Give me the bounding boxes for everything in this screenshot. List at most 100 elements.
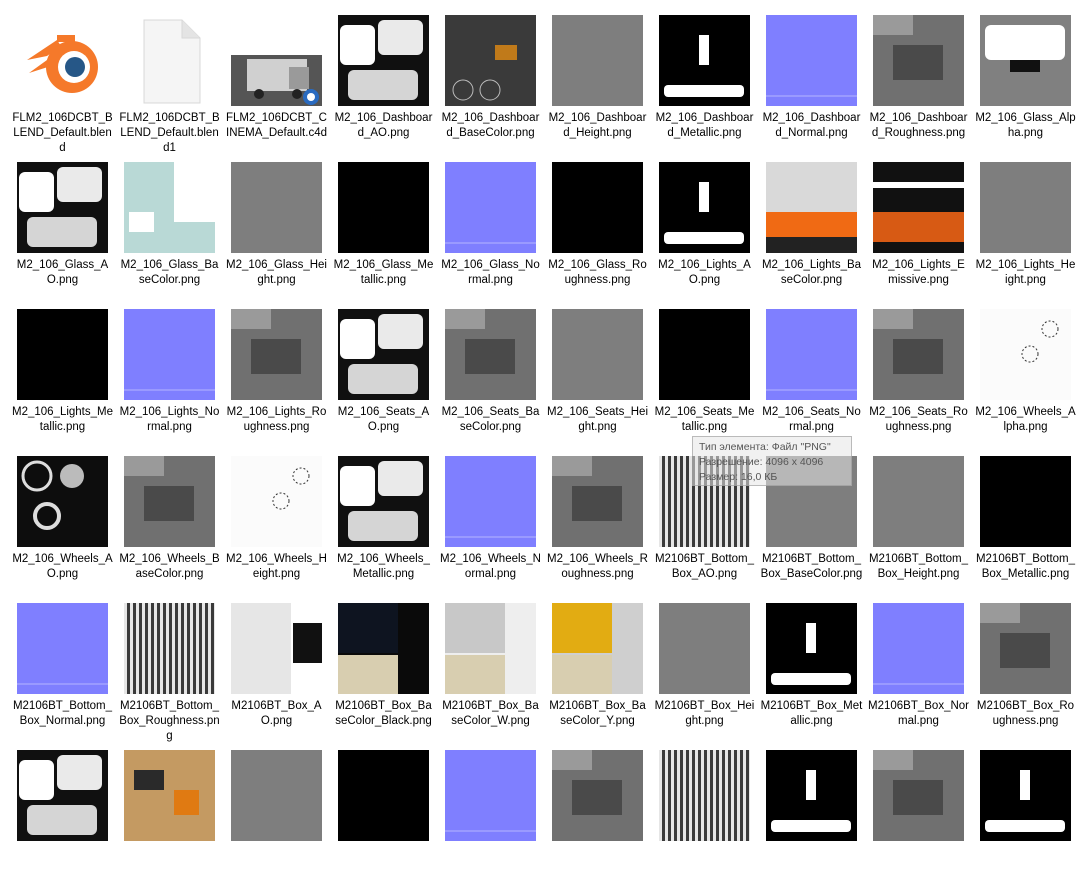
tooltip-size: Размер: 16,0 КБ (699, 471, 778, 483)
file-item[interactable]: M2_106_Lights_Metallic.png (9, 306, 116, 453)
file-item[interactable]: M2106BT_Box_Normal.png (865, 600, 972, 747)
file-item[interactable]: M2_106_Lights_Normal.png (116, 306, 223, 453)
file-item[interactable]: M2_106_Glass_Metallic.png (330, 159, 437, 306)
file-item[interactable]: M2_106_Lights_BaseColor.png (758, 159, 865, 306)
file-item[interactable]: M2_106_Seats_BaseColor.png (437, 306, 544, 453)
file-name: M2_106_Wheels_AO.png (12, 553, 113, 580)
file-thumbnail (338, 15, 429, 106)
file-item[interactable]: FLM2_106DCBT_BLEND_Default.blend (9, 12, 116, 159)
file-name: M2_106_Glass_BaseColor.png (120, 259, 219, 286)
file-item[interactable]: M2_106_Lights_Roughness.png (223, 306, 330, 453)
file-thumbnail (445, 456, 536, 547)
file-name: M2106BT_Box_BaseColor_Black.png (335, 700, 432, 727)
file-item[interactable]: M2_106_Lights_Height.png (972, 159, 1079, 306)
file-item[interactable]: M2_106_Wheels_Height.png (223, 453, 330, 600)
file-item[interactable]: M2106BT_Box_BaseColor_Black.png (330, 600, 437, 747)
file-item[interactable]: M2_106_Glass_AO.png (9, 159, 116, 306)
file-thumbnail (980, 309, 1071, 400)
file-thumbnail (766, 750, 857, 841)
file-name: M2106BT_Bottom_Box_Metallic.png (975, 553, 1076, 580)
file-item[interactable] (330, 747, 437, 879)
file-item[interactable]: M2106BT_Bottom_Box_Height.png (865, 453, 972, 600)
file-item[interactable] (9, 747, 116, 879)
file-item[interactable]: M2_106_Dashboard_Height.png (544, 12, 651, 159)
file-item[interactable]: M2_106_Lights_Emissive.png (865, 159, 972, 306)
file-item[interactable]: M2106BT_Box_Metallic.png (758, 600, 865, 747)
file-thumbnail (445, 603, 536, 694)
file-name: M2106BT_Bottom_Box_Normal.png (12, 700, 113, 727)
file-name: FLM2_106DCBT_BLEND_Default.blend (12, 112, 113, 154)
file-item[interactable]: M2_106_Seats_Normal.png (758, 306, 865, 453)
file-item[interactable]: M2_106_Glass_Normal.png (437, 159, 544, 306)
file-item[interactable]: M2106BT_Bottom_Box_Normal.png (9, 600, 116, 747)
file-thumbnail (445, 162, 536, 253)
file-item[interactable]: M2_106_Lights_AO.png (651, 159, 758, 306)
file-thumbnail (766, 603, 857, 694)
file-item[interactable] (116, 747, 223, 879)
file-thumbnail (766, 162, 857, 253)
file-item[interactable]: M2_106_Wheels_Normal.png (437, 453, 544, 600)
file-item[interactable]: M2_106_Dashboard_Normal.png (758, 12, 865, 159)
file-item[interactable]: M2106BT_Bottom_Box_Metallic.png (972, 453, 1079, 600)
file-thumbnail (124, 603, 215, 694)
file-name: M2_106_Glass_Normal.png (441, 259, 540, 286)
file-name: FLM2_106DCBT_CINEMA_Default.c4d (226, 112, 327, 139)
file-name: M2_106_Glass_AO.png (16, 259, 109, 286)
file-item[interactable]: M2_106_Seats_Metallic.png (651, 306, 758, 453)
file-item[interactable]: M2_106_Glass_Roughness.png (544, 159, 651, 306)
file-item[interactable] (437, 747, 544, 879)
file-thumbnail (980, 750, 1071, 841)
file-item[interactable]: M2_106_Glass_Alpha.png (972, 12, 1079, 159)
file-item[interactable] (865, 747, 972, 879)
file-thumbnail (552, 603, 643, 694)
file-item[interactable]: M2_106_Wheels_AO.png (9, 453, 116, 600)
file-thumbnail (552, 162, 643, 253)
file-thumbnail (659, 162, 750, 253)
file-item[interactable]: M2_106_Dashboard_Metallic.png (651, 12, 758, 159)
file-name: M2106BT_Box_Roughness.png (976, 700, 1075, 727)
file-item[interactable]: M2_106_Wheels_Roughness.png (544, 453, 651, 600)
file-item[interactable]: FLM2_106DCBT_BLEND_Default.blend1 (116, 12, 223, 159)
file-item[interactable]: M2_106_Dashboard_AO.png (330, 12, 437, 159)
file-thumbnail (659, 309, 750, 400)
file-item[interactable]: FLM2_106DCBT_CINEMA_Default.c4d (223, 12, 330, 159)
file-thumbnail (17, 162, 108, 253)
file-name: M2_106_Wheels_Height.png (225, 553, 327, 580)
file-thumbnail (231, 162, 322, 253)
file-item[interactable]: M2_106_Seats_Roughness.png (865, 306, 972, 453)
file-name: M2_106_Glass_Roughness.png (548, 259, 647, 286)
file-item[interactable]: M2_106_Glass_BaseColor.png (116, 159, 223, 306)
file-item[interactable]: M2_106_Dashboard_BaseColor.png (437, 12, 544, 159)
file-item[interactable] (651, 747, 758, 879)
file-thumbnail (338, 309, 429, 400)
file-item[interactable]: M2106BT_Box_BaseColor_Y.png (544, 600, 651, 747)
file-name: M2_106_Lights_Metallic.png (11, 406, 113, 433)
file-item[interactable]: M2106BT_Box_AO.png (223, 600, 330, 747)
file-name: M2_106_Dashboard_BaseColor.png (441, 112, 540, 139)
file-thumbnail (552, 456, 643, 547)
file-item[interactable]: M2_106_Wheels_Metallic.png (330, 453, 437, 600)
file-thumbnail (445, 750, 536, 841)
file-item[interactable]: M2106BT_Box_Height.png (651, 600, 758, 747)
file-thumbnail (873, 603, 964, 694)
file-item[interactable] (972, 747, 1079, 879)
file-thumbnail (873, 309, 964, 400)
file-item[interactable]: M2106BT_Bottom_Box_Roughness.png (116, 600, 223, 747)
file-name: M2106BT_Box_Height.png (654, 700, 755, 727)
file-item[interactable]: M2_106_Wheels_BaseColor.png (116, 453, 223, 600)
file-item[interactable]: M2_106_Dashboard_Roughness.png (865, 12, 972, 159)
file-name: M2106BT_Box_BaseColor_W.png (442, 700, 539, 727)
file-item[interactable]: M2_106_Wheels_Alpha.png (972, 306, 1079, 453)
file-thumbnail (231, 309, 322, 400)
file-item[interactable] (223, 747, 330, 879)
file-item[interactable] (758, 747, 865, 879)
file-item[interactable] (544, 747, 651, 879)
file-item[interactable]: M2106BT_Box_Roughness.png (972, 600, 1079, 747)
file-item[interactable]: M2_106_Seats_AO.png (330, 306, 437, 453)
file-item[interactable]: M2_106_Seats_Height.png (544, 306, 651, 453)
file-item[interactable]: M2106BT_Box_BaseColor_W.png (437, 600, 544, 747)
file-name: M2106BT_Box_AO.png (231, 700, 322, 727)
file-name: M2_106_Lights_BaseColor.png (761, 259, 862, 286)
file-item[interactable]: M2_106_Glass_Height.png (223, 159, 330, 306)
file-name: M2_106_Dashboard_Roughness.png (869, 112, 968, 139)
